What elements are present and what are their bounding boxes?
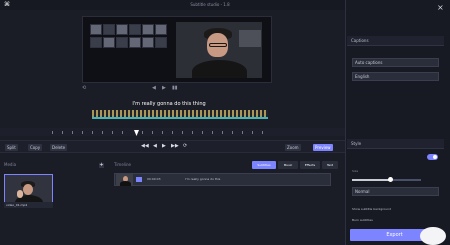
ruler-tick bbox=[202, 131, 203, 134]
thumbnail[interactable] bbox=[142, 37, 154, 48]
speaker-video-frame bbox=[176, 22, 262, 78]
thumbnail[interactable] bbox=[155, 37, 167, 48]
glasses-icon bbox=[209, 43, 227, 47]
style-header: Style bbox=[347, 139, 444, 149]
thumbnail[interactable] bbox=[116, 24, 128, 35]
speaker-shirt bbox=[120, 181, 131, 186]
tab-text[interactable]: Text bbox=[322, 161, 338, 169]
thumbnail[interactable] bbox=[103, 37, 115, 48]
highlight-blob bbox=[420, 227, 446, 245]
ruler-tick bbox=[222, 131, 223, 134]
repeat-icon[interactable]: ⟳ bbox=[183, 143, 187, 149]
timeline-ruler[interactable] bbox=[0, 128, 345, 136]
track-timecode: 00:00:03 bbox=[147, 177, 161, 181]
ruler-tick bbox=[52, 131, 53, 134]
burn-subtitles-checkbox[interactable]: Burn subtitles bbox=[352, 218, 439, 224]
timeline-label: Timeline bbox=[114, 162, 132, 167]
ruler-tick bbox=[172, 131, 173, 134]
background-checkbox[interactable]: Show subtitle background bbox=[352, 207, 439, 213]
close-icon[interactable]: × bbox=[437, 4, 445, 12]
loop-icon[interactable]: ⟲ bbox=[82, 85, 86, 91]
ruler-tick bbox=[252, 131, 253, 134]
size-slider-knob[interactable] bbox=[388, 177, 393, 182]
thumbnail[interactable] bbox=[129, 24, 141, 35]
ruler-tick bbox=[62, 131, 63, 134]
play-icon[interactable]: ▶ bbox=[162, 85, 166, 91]
ruler-tick bbox=[102, 131, 103, 134]
copy-button[interactable]: Copy bbox=[28, 144, 43, 151]
pause-icon[interactable]: ▮▮ bbox=[172, 85, 178, 91]
ruler-tick bbox=[162, 131, 163, 134]
thumbnail[interactable] bbox=[90, 37, 102, 48]
media-label: Media bbox=[4, 162, 17, 167]
top-toolbar: ⌘ Subtitle studio - 1.8 bbox=[0, 0, 345, 10]
thumbnail[interactable] bbox=[155, 24, 167, 35]
track-subtitle: I'm really gonna do this bbox=[185, 177, 221, 181]
speaker-shirt bbox=[192, 60, 247, 78]
skip-back-icon[interactable]: ◀◀ bbox=[141, 143, 149, 149]
play-icon[interactable]: ▶ bbox=[162, 143, 166, 149]
ruler-tick bbox=[92, 131, 93, 134]
track-thumbnail[interactable] bbox=[116, 174, 133, 186]
captions-label: Captions bbox=[351, 38, 369, 43]
ruler-tick bbox=[242, 131, 243, 134]
transport-controls[interactable]: ◀◀ ◀ ▶ ▶▶ ⟳ bbox=[141, 143, 187, 151]
ruler-tick bbox=[212, 131, 213, 134]
thumbnail[interactable] bbox=[116, 37, 128, 48]
ruler-tick bbox=[262, 131, 263, 134]
caption-help-text bbox=[352, 96, 439, 121]
ruler-tick bbox=[232, 131, 233, 134]
subtitle-track-strip[interactable] bbox=[92, 117, 268, 119]
preview-button[interactable]: Preview bbox=[313, 144, 333, 151]
track-color-marker[interactable] bbox=[136, 177, 142, 182]
audio-waveform[interactable] bbox=[92, 110, 268, 117]
size-slider-fill bbox=[352, 179, 389, 181]
ruler-tick bbox=[152, 131, 153, 134]
tab-subtitles[interactable]: Subtitles bbox=[252, 161, 276, 169]
speaker-face bbox=[23, 184, 33, 195]
thumbnail[interactable] bbox=[129, 37, 141, 48]
ruler-tick bbox=[72, 131, 73, 134]
window-title: Subtitle studio - 1.8 bbox=[190, 2, 230, 7]
ruler-tick bbox=[192, 131, 193, 134]
ruler-tick bbox=[112, 131, 113, 134]
style-select[interactable]: Normal bbox=[352, 187, 439, 196]
app-logo-icon: ⌘ bbox=[4, 1, 10, 8]
thumbnail[interactable] bbox=[142, 24, 154, 35]
ruler-tick bbox=[182, 131, 183, 134]
ruler-tick bbox=[142, 131, 143, 134]
delete-button[interactable]: Delete bbox=[50, 144, 68, 151]
previous-icon[interactable]: ◀ bbox=[152, 85, 156, 91]
background-shelf bbox=[239, 30, 261, 47]
add-track-button[interactable]: + bbox=[99, 163, 104, 168]
slider-label: Size bbox=[352, 169, 359, 173]
style-label: Style bbox=[351, 141, 362, 146]
captions-header: Captions bbox=[347, 36, 444, 46]
ruler-tick bbox=[82, 131, 83, 134]
split-button[interactable]: Split bbox=[5, 144, 18, 151]
subtitle-preview: I'm really gonna do this thing bbox=[132, 101, 206, 107]
style-toggle[interactable] bbox=[427, 154, 438, 160]
wave-hand-icon bbox=[17, 190, 23, 198]
skip-forward-icon[interactable]: ▶▶ bbox=[171, 143, 179, 149]
tab-effects[interactable]: Effects bbox=[300, 161, 320, 169]
preview-controls[interactable]: ⟲ ◀ ▶ ▮▮ bbox=[82, 85, 272, 93]
zoom-button[interactable]: Zoom bbox=[285, 144, 301, 151]
thumbnail-grid[interactable] bbox=[90, 24, 170, 56]
caption-mode-select[interactable]: Auto captions bbox=[352, 58, 439, 67]
thumbnail[interactable] bbox=[103, 24, 115, 35]
media-caption: video_01.mp4 bbox=[4, 202, 53, 208]
previous-frame-icon[interactable]: ◀ bbox=[153, 143, 157, 149]
ruler-tick bbox=[122, 131, 123, 134]
tab-music[interactable]: Music bbox=[278, 161, 298, 169]
thumbnail[interactable] bbox=[90, 24, 102, 35]
language-select[interactable]: English bbox=[352, 72, 439, 81]
